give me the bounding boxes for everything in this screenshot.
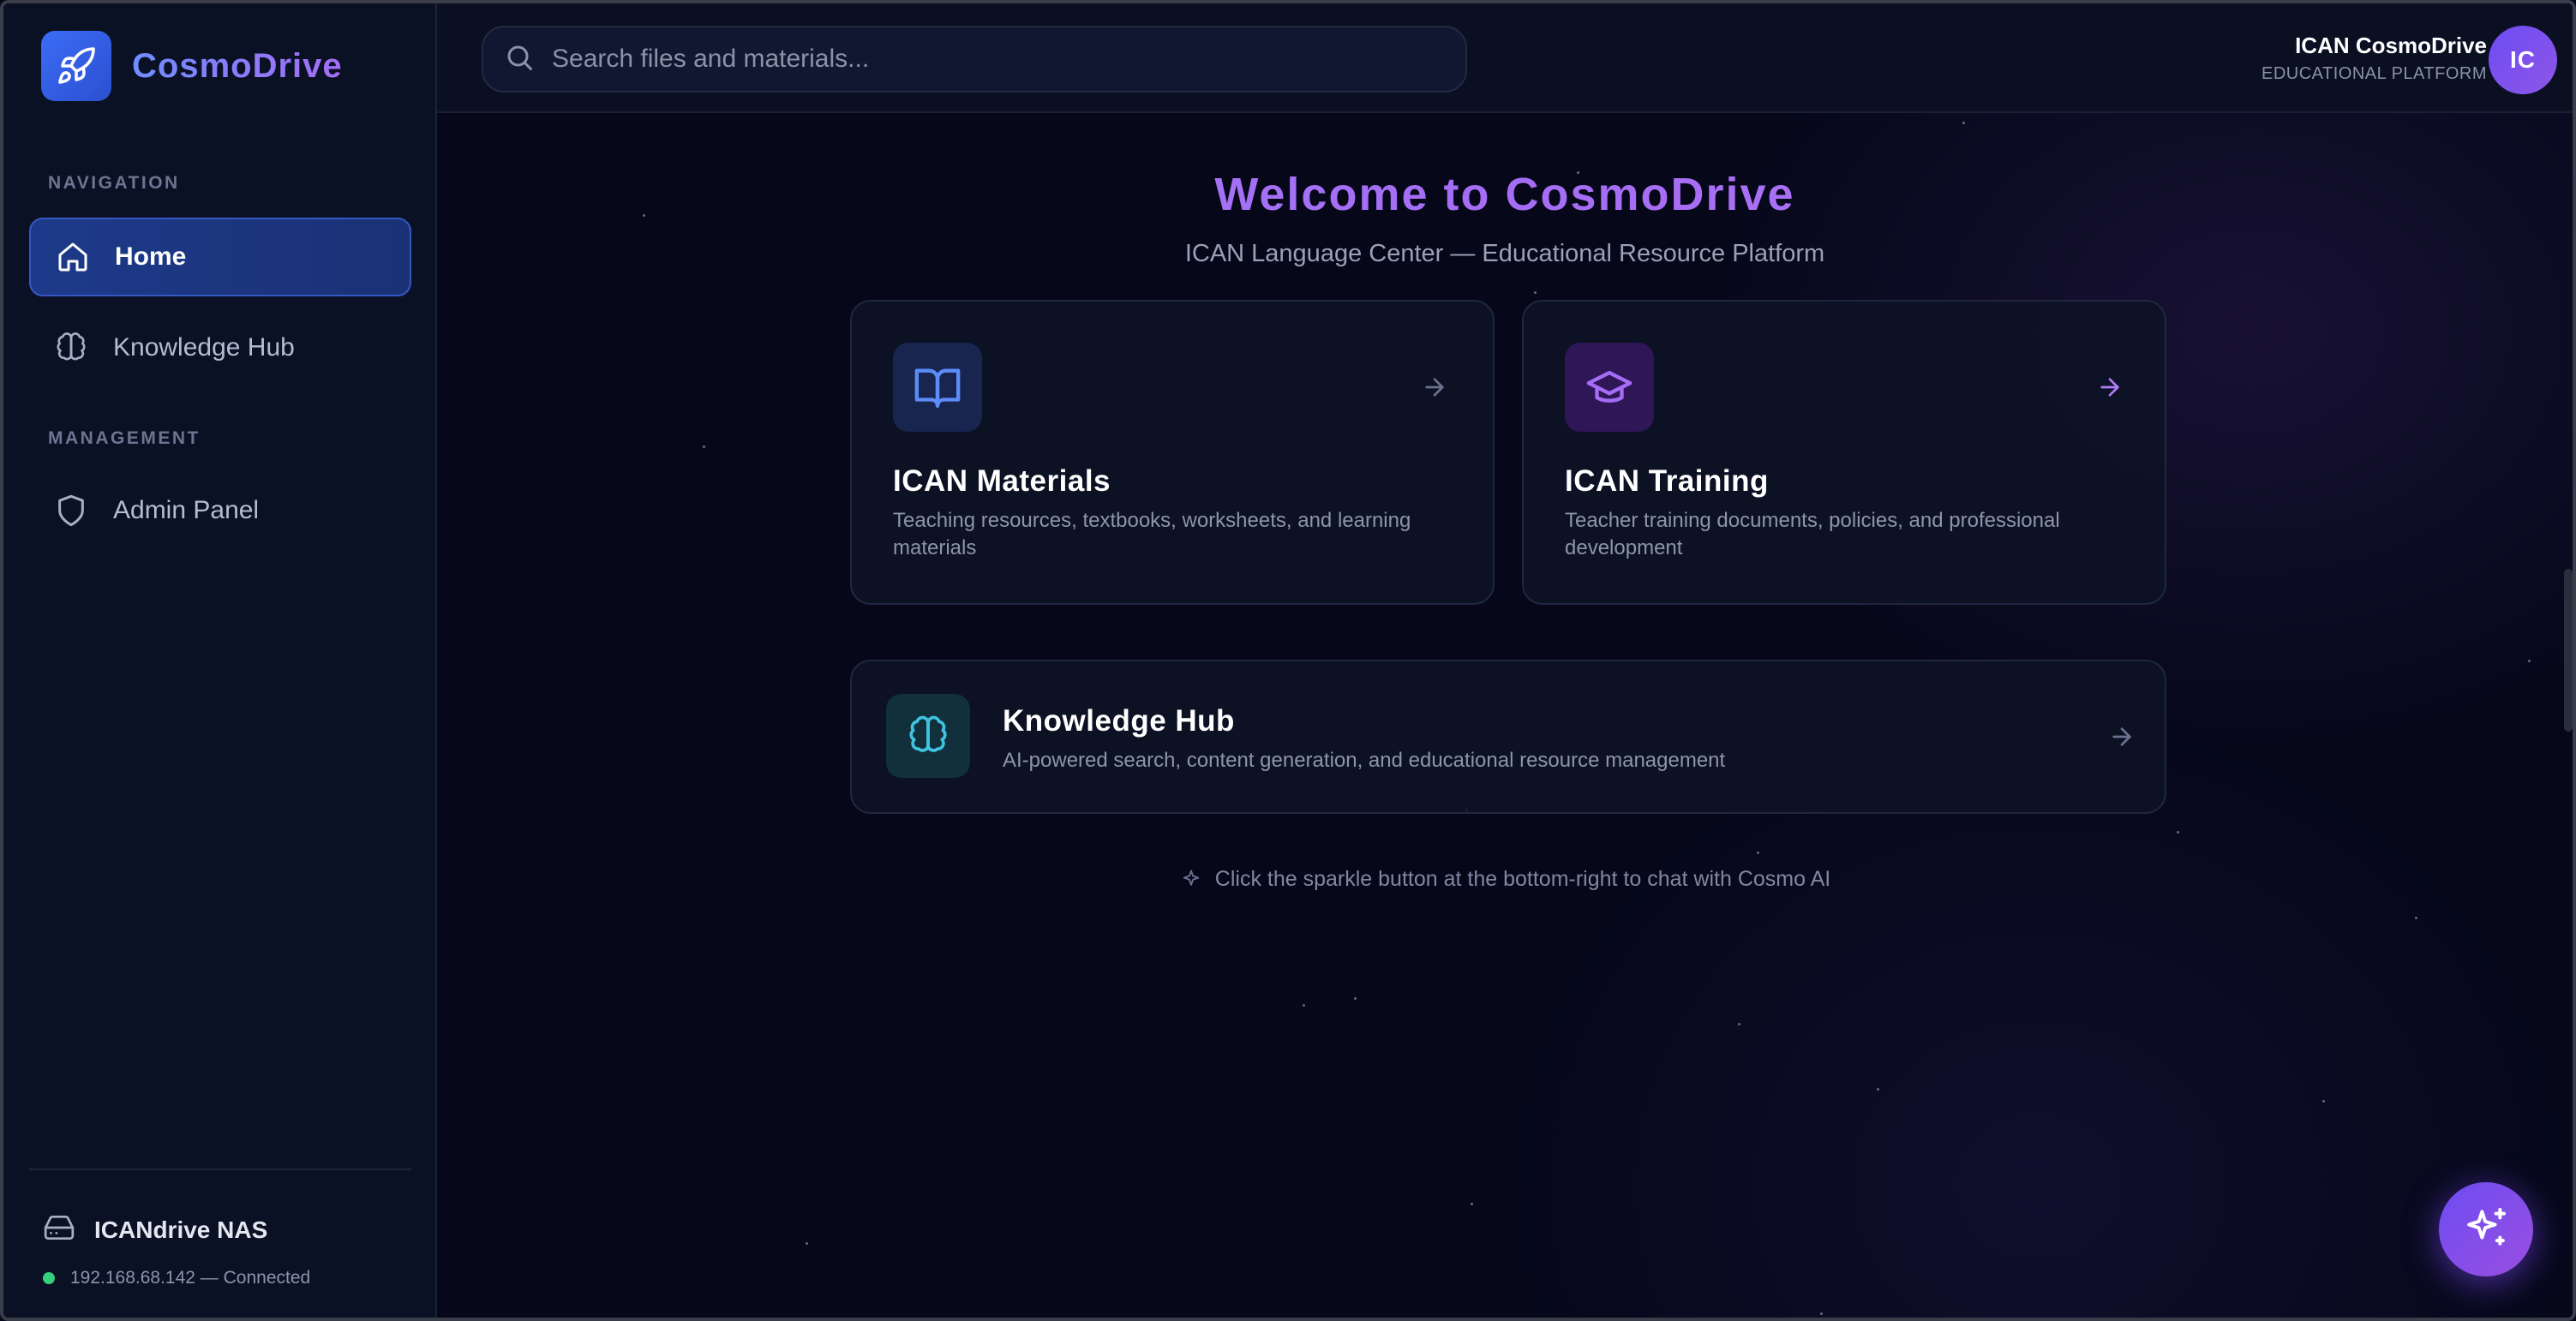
star (1820, 1312, 1823, 1315)
user-subtitle: EDUCATIONAL PLATFORM (2261, 64, 2487, 83)
user-name: ICAN CosmoDrive (2295, 33, 2487, 58)
sparkle-icon (2462, 1204, 2510, 1256)
card-title: ICAN Materials (893, 464, 1111, 498)
card-ican-materials[interactable]: ICAN Materials Teaching resources, textb… (850, 300, 1495, 605)
nas-name: ICANdrive NAS (94, 1216, 268, 1243)
brand[interactable]: CosmoDrive (41, 31, 343, 101)
card-description: Teacher training documents, policies, an… (1565, 509, 2060, 559)
sparkle-icon (1179, 868, 1203, 892)
topbar: ICAN CosmoDrive EDUCATIONAL PLATFORM IC (437, 3, 2573, 113)
app-window: CosmoDrive NAVIGATION Home Knowledge Hub… (0, 0, 2576, 1321)
home-icon (55, 239, 91, 275)
star (806, 1242, 808, 1245)
avatar[interactable]: IC (2489, 26, 2557, 94)
hard-drive-icon (43, 1211, 75, 1248)
star (1757, 852, 1759, 854)
sidebar-item-knowledge-hub[interactable]: Knowledge Hub (29, 308, 411, 387)
star (1962, 122, 1965, 124)
rocket-icon (41, 31, 111, 101)
star (1534, 291, 1537, 294)
nav-section-management: MANAGEMENT (48, 428, 201, 448)
star (1738, 1023, 1740, 1025)
card-title: ICAN Training (1565, 464, 1769, 498)
card-description: Teaching resources, textbooks, worksheet… (893, 509, 1411, 559)
user-info: ICAN CosmoDrive EDUCATIONAL PLATFORM (2261, 33, 2487, 84)
page-subtitle: ICAN Language Center — Educational Resou… (1184, 240, 1825, 267)
nas-status-text: 192.168.68.142 — Connected (70, 1268, 311, 1288)
book-open-icon (893, 343, 982, 432)
sidebar: CosmoDrive NAVIGATION Home Knowledge Hub… (3, 3, 437, 1318)
star (2528, 660, 2531, 662)
star (1877, 1088, 1879, 1091)
sidebar-divider (29, 1169, 411, 1170)
search-input[interactable] (552, 45, 1465, 74)
sidebar-item-label: Admin Panel (113, 496, 260, 524)
arrow-right-icon (2094, 372, 2125, 403)
nas-status: 192.168.68.142 — Connected (43, 1268, 310, 1288)
star (2322, 1100, 2325, 1103)
graduation-cap-icon (1565, 343, 1654, 432)
star (1303, 1004, 1305, 1007)
search-bar[interactable] (482, 26, 1467, 93)
nas-info: ICANdrive NAS (43, 1211, 267, 1248)
nav-section-navigation: NAVIGATION (48, 173, 180, 193)
brain-icon (886, 694, 970, 778)
card-title: Knowledge Hub (1003, 704, 1235, 738)
shield-icon (53, 493, 89, 529)
star (2177, 831, 2179, 834)
brand-name: CosmoDrive (132, 46, 343, 85)
star (1471, 1203, 1473, 1205)
chat-fab-button[interactable] (2439, 1182, 2533, 1276)
arrow-right-icon (1419, 372, 1450, 403)
sidebar-item-label: Home (115, 242, 187, 271)
status-dot (43, 1272, 55, 1284)
card-knowledge-hub[interactable]: Knowledge Hub AI-powered search, content… (850, 660, 2166, 814)
main-content: ICAN CosmoDrive EDUCATIONAL PLATFORM IC … (437, 3, 2573, 1318)
search-icon (504, 42, 535, 77)
star (703, 445, 705, 448)
scrollbar[interactable] (2564, 569, 2573, 732)
brain-icon (53, 330, 89, 366)
sidebar-item-admin-panel[interactable]: Admin Panel (29, 471, 411, 550)
star (1354, 997, 1357, 1000)
star (2415, 917, 2417, 919)
arrow-right-icon (2106, 721, 2137, 752)
card-ican-training[interactable]: ICAN Training Teacher training documents… (1522, 300, 2166, 605)
sidebar-item-home[interactable]: Home (29, 218, 411, 296)
page-title: Welcome to CosmoDrive (437, 168, 2573, 221)
card-description: AI-powered search, content generation, a… (1003, 749, 1726, 772)
sidebar-item-label: Knowledge Hub (113, 333, 295, 362)
hint-label: Click the sparkle button at the bottom-r… (1214, 867, 1831, 891)
hint-text: Click the sparkle button at the bottom-r… (437, 867, 2573, 892)
